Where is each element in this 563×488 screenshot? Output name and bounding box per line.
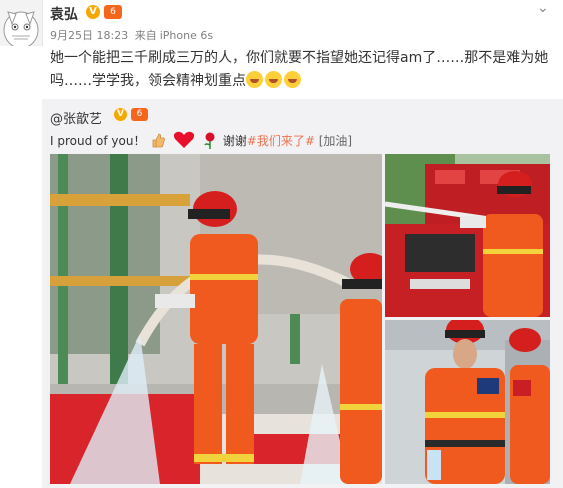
laugh-cry-emoji-icon (284, 71, 301, 88)
chevron-down-icon[interactable]: ⌄ (537, 0, 549, 16)
post-meta: 9月25日 18:23 来自 iPhone 6s (50, 27, 216, 43)
rose-icon (203, 132, 217, 152)
post-source[interactable]: iPhone 6s (160, 29, 213, 42)
post-date[interactable]: 9月25日 18:23 (50, 29, 128, 42)
heart-icon (173, 131, 195, 152)
photo-firefighters-spraying-hose[interactable] (50, 154, 382, 484)
repost-thanks: 谢谢 (222, 134, 247, 148)
vip-badge[interactable]: 6 (104, 5, 122, 19)
laugh-cry-emoji-icon (265, 71, 282, 88)
repost-text: I proud of you！ 谢谢#我们来了# [加油] (50, 131, 352, 152)
repost-vip-badge[interactable]: 6 (131, 108, 148, 121)
repost-author[interactable]: @张歆艺 (50, 108, 102, 127)
photo-firefighters-walking[interactable] (385, 320, 550, 484)
repost-card: @张歆艺 V 6 I proud of you！ 谢谢#我们来了# [加油] (42, 99, 563, 488)
post-text: 她一个能把三千刷成三万的人，你们就要不指望她还记得am了……那不是难为她吗……学… (50, 47, 550, 93)
laugh-cry-emoji-icon (246, 71, 263, 88)
verified-badge: V (86, 5, 100, 19)
topic-link[interactable]: #我们来了# (247, 134, 315, 148)
author-avatar[interactable] (0, 0, 43, 46)
author-name[interactable]: 袁弘 (50, 4, 78, 24)
repost-text-start: I proud of you！ (50, 134, 146, 148)
thumbs-up-icon (151, 133, 166, 151)
photo-firefighter-holding-nozzle[interactable] (385, 154, 550, 317)
source-prefix: 来自 (134, 29, 157, 42)
repost-verified-badge: V (114, 108, 127, 121)
cheer-tag: [加油] (318, 134, 353, 148)
